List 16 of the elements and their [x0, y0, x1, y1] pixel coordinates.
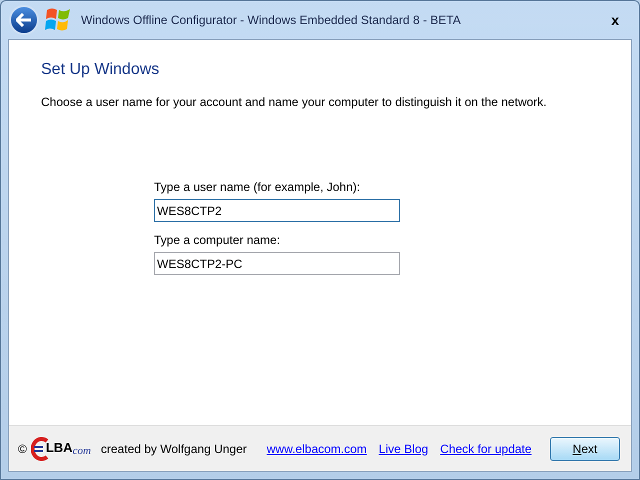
- footer-link[interactable]: www.elbacom.com: [266, 440, 367, 458]
- field-label: Type a computer name:: [154, 232, 282, 249]
- footer-link[interactable]: Live Blog: [378, 440, 428, 458]
- input-field[interactable]: WES8CTP2-PC: [154, 252, 400, 275]
- back-button[interactable]: [9, 5, 39, 35]
- page-description: Choose a user name for your account and name your computer to distinguish it on the network.: [41, 94, 548, 111]
- field-label: Type a user name (for example, John):: [154, 179, 362, 196]
- arrow-icon: [16, 13, 32, 27]
- footer-link[interactable]: Check for update: [440, 440, 532, 458]
- next-button[interactable]: Next: [550, 436, 620, 460]
- copyright-symbol: ©: [18, 440, 27, 458]
- page-heading: Set Up Windows: [41, 60, 160, 80]
- credit-text: created by Wolfgang Unger: [100, 440, 247, 458]
- input-field[interactable]: WES8CTP2: [154, 199, 400, 222]
- close-button[interactable]: x: [611, 10, 619, 30]
- window-title: Windows Offline Configurator - Windows Embedded Standard 8 - BETA: [81, 12, 461, 29]
